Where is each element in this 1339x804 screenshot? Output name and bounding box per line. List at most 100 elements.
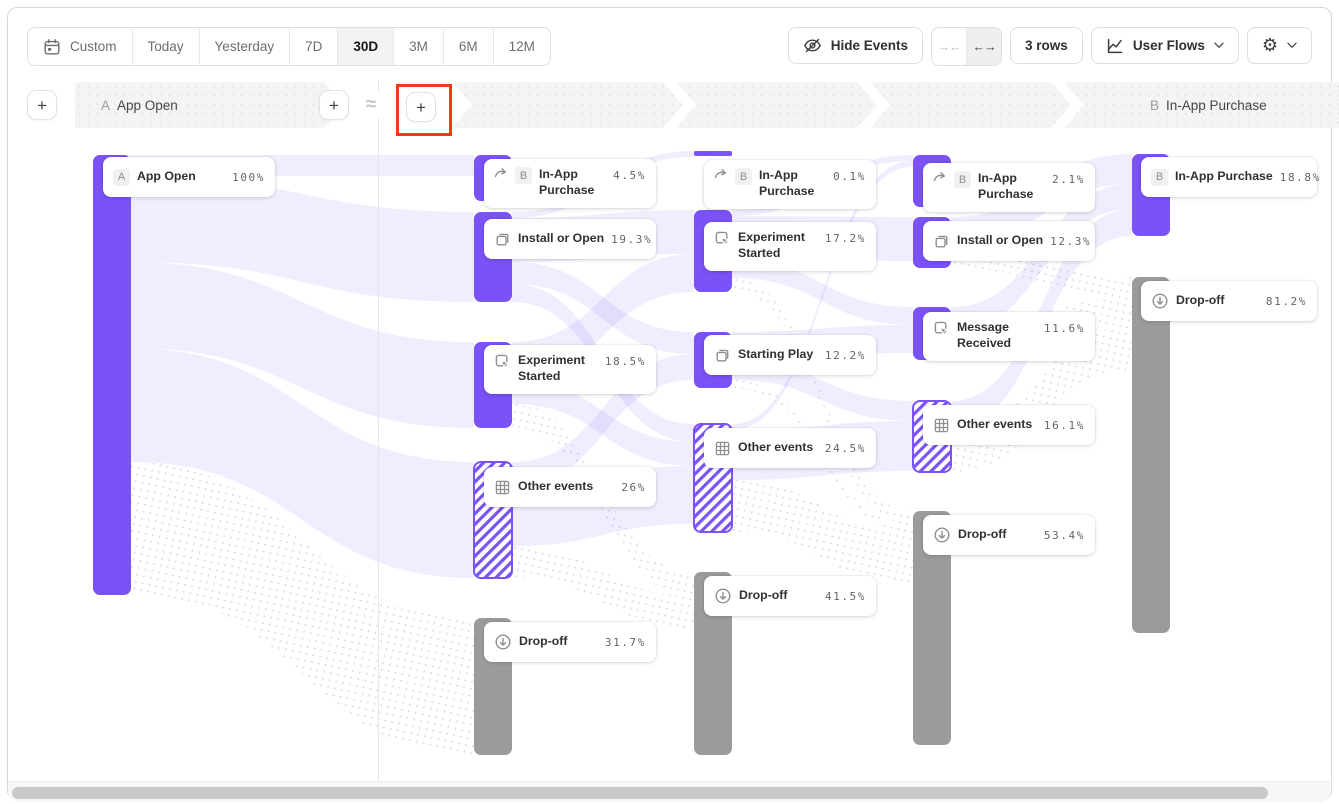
flow-node-app-open[interactable]: AApp Open100% xyxy=(103,157,275,197)
user-flows-report: Custom Today Yesterday 7D 30D3M 6M 12M Hide Ev… xyxy=(0,0,1339,804)
node-label: Other events xyxy=(518,479,593,495)
flow-node-message-received[interactable]: Message Received11.6% xyxy=(923,312,1095,361)
flow-node-in-app-purchase[interactable]: BIn-App Purchase4.5% xyxy=(484,159,656,208)
add-step-insert-button[interactable]: + xyxy=(406,92,436,122)
settings-button[interactable]: ⚙ xyxy=(1247,27,1312,64)
step-badge-a: A xyxy=(113,169,130,186)
other-events-icon xyxy=(494,479,511,496)
flow-node-other-events[interactable]: Other events16.1% xyxy=(923,405,1095,445)
drop-off-icon xyxy=(494,633,512,651)
flow-bar-drop[interactable] xyxy=(1132,277,1170,633)
view-selector-label: User Flows xyxy=(1133,38,1205,53)
node-percentage: 17.2% xyxy=(825,232,866,245)
flow-node-in-app-purchase[interactable]: BIn-App Purchase2.1% xyxy=(923,163,1095,212)
custom-event-icon xyxy=(933,320,950,337)
step-badge-b: B xyxy=(515,167,532,184)
date-range-3m[interactable]: 3M xyxy=(394,28,444,65)
flow-node-drop-off[interactable]: Drop-off 31.7% xyxy=(484,622,656,662)
goal-arrow-icon xyxy=(714,168,728,180)
flow-node-in-app-purchase[interactable]: BIn-App Purchase0.1% xyxy=(704,160,876,209)
column-spacing-toggle: →← ←→ xyxy=(931,27,1002,66)
merged-event-icon xyxy=(494,231,511,248)
drop-off-icon xyxy=(1151,292,1169,310)
flow-node-drop-off[interactable]: Drop-off 53.4% xyxy=(923,515,1095,555)
node-percentage: 24.5% xyxy=(825,442,866,455)
node-percentage: 18.5% xyxy=(605,355,646,368)
date-range-label: 6M xyxy=(459,39,478,54)
node-percentage: 26% xyxy=(621,481,646,494)
collapse-columns-button[interactable]: →← xyxy=(932,28,967,65)
node-label: Drop-off xyxy=(519,634,568,650)
node-label: Drop-off xyxy=(958,527,1007,543)
expand-icon: ←→ xyxy=(973,40,996,54)
node-percentage: 12.2% xyxy=(825,349,866,362)
scrollbar-thumb[interactable] xyxy=(12,787,1268,799)
flow-node-install-or-open[interactable]: Install or Open 19.3% xyxy=(484,219,656,259)
flow-ribbon-dropoff[interactable] xyxy=(732,480,913,585)
date-range-yesterday[interactable]: Yesterday xyxy=(200,28,291,65)
flow-node-other-events[interactable]: Other events 26% xyxy=(484,467,656,507)
node-label: Drop-off xyxy=(1176,293,1225,309)
chevron-down-icon xyxy=(1287,42,1297,49)
node-percentage: 12.3% xyxy=(1050,235,1091,248)
step-letter: A xyxy=(101,98,110,113)
add-step-after-a-button[interactable]: + xyxy=(319,90,349,120)
step-badge-b: B xyxy=(954,171,971,188)
view-selector-button[interactable]: User Flows xyxy=(1091,27,1239,64)
merged-event-icon xyxy=(933,233,950,250)
step-band-4[interactable] xyxy=(870,82,1071,128)
collapse-icon: →← xyxy=(938,40,961,54)
date-range-7d[interactable]: 7D xyxy=(290,28,338,65)
merged-event-icon xyxy=(714,347,731,364)
node-label: Other events xyxy=(738,440,813,456)
step-badge-b: B xyxy=(1151,169,1168,186)
node-percentage: 31.7% xyxy=(605,636,646,649)
date-range-custom[interactable]: Custom xyxy=(28,28,133,65)
goal-arrow-icon xyxy=(494,167,508,179)
flow-bar-event[interactable] xyxy=(694,151,732,156)
step-b-band[interactable]: BIn-App Purchase xyxy=(1064,82,1339,128)
node-label: Starting Play xyxy=(738,347,813,363)
flow-node-drop-off[interactable]: Drop-off81.2% xyxy=(1141,281,1317,321)
date-range-12m[interactable]: 12M xyxy=(494,28,550,65)
other-events-icon xyxy=(714,440,731,457)
flow-node-install-or-open[interactable]: Install or Open12.3% xyxy=(923,221,1095,261)
flow-node-experiment-started[interactable]: Experiment Started18.5% xyxy=(484,345,656,394)
chevron-down-icon xyxy=(1214,42,1224,49)
rows-label: 3 rows xyxy=(1025,38,1068,53)
step-band-3[interactable] xyxy=(676,82,877,128)
step-label: App Open xyxy=(117,98,178,113)
flow-node-in-app-purchase[interactable]: BIn-App Purchase18.8% xyxy=(1141,157,1317,197)
node-percentage: 18.8% xyxy=(1280,171,1321,184)
calendar-icon xyxy=(43,38,61,56)
node-label: Install or Open xyxy=(518,231,604,247)
flow-node-drop-off[interactable]: Drop-off41.5% xyxy=(704,576,876,616)
node-percentage: 16.1% xyxy=(1044,419,1085,432)
date-range-label: 12M xyxy=(509,39,535,54)
step-badge-b: B xyxy=(735,168,752,185)
date-range-label: 7D xyxy=(305,39,322,54)
node-label: Drop-off xyxy=(739,588,788,604)
expand-columns-button[interactable]: ←→ xyxy=(967,28,1001,65)
date-range-label: Custom xyxy=(70,39,117,54)
gear-icon: ⚙ xyxy=(1262,37,1278,55)
hide-events-button[interactable]: Hide Events xyxy=(788,27,923,64)
date-range-30d[interactable]: 30D xyxy=(338,28,394,65)
step-band-2[interactable] xyxy=(452,82,683,128)
other-events-icon xyxy=(933,417,950,434)
date-range-label: Today xyxy=(148,39,184,54)
flow-node-experiment-started[interactable]: Experiment Started17.2% xyxy=(704,222,876,271)
horizontal-scrollbar[interactable] xyxy=(8,781,1330,802)
date-range-6m[interactable]: 6M xyxy=(444,28,494,65)
node-label: Message Received xyxy=(957,320,1037,352)
node-percentage: 19.3% xyxy=(611,233,652,246)
date-range-today[interactable]: Today xyxy=(133,28,200,65)
step-a-band[interactable]: A App Open xyxy=(75,82,344,128)
eye-off-icon xyxy=(803,36,822,55)
flow-bar-event[interactable] xyxy=(93,155,131,595)
add-step-start-button[interactable]: + xyxy=(27,90,57,120)
flow-node-other-events[interactable]: Other events 24.5% xyxy=(704,428,876,468)
rows-button[interactable]: 3 rows xyxy=(1010,27,1083,64)
node-percentage: 53.4% xyxy=(1044,529,1085,542)
flow-node-starting-play[interactable]: Starting Play 12.2% xyxy=(704,335,876,375)
